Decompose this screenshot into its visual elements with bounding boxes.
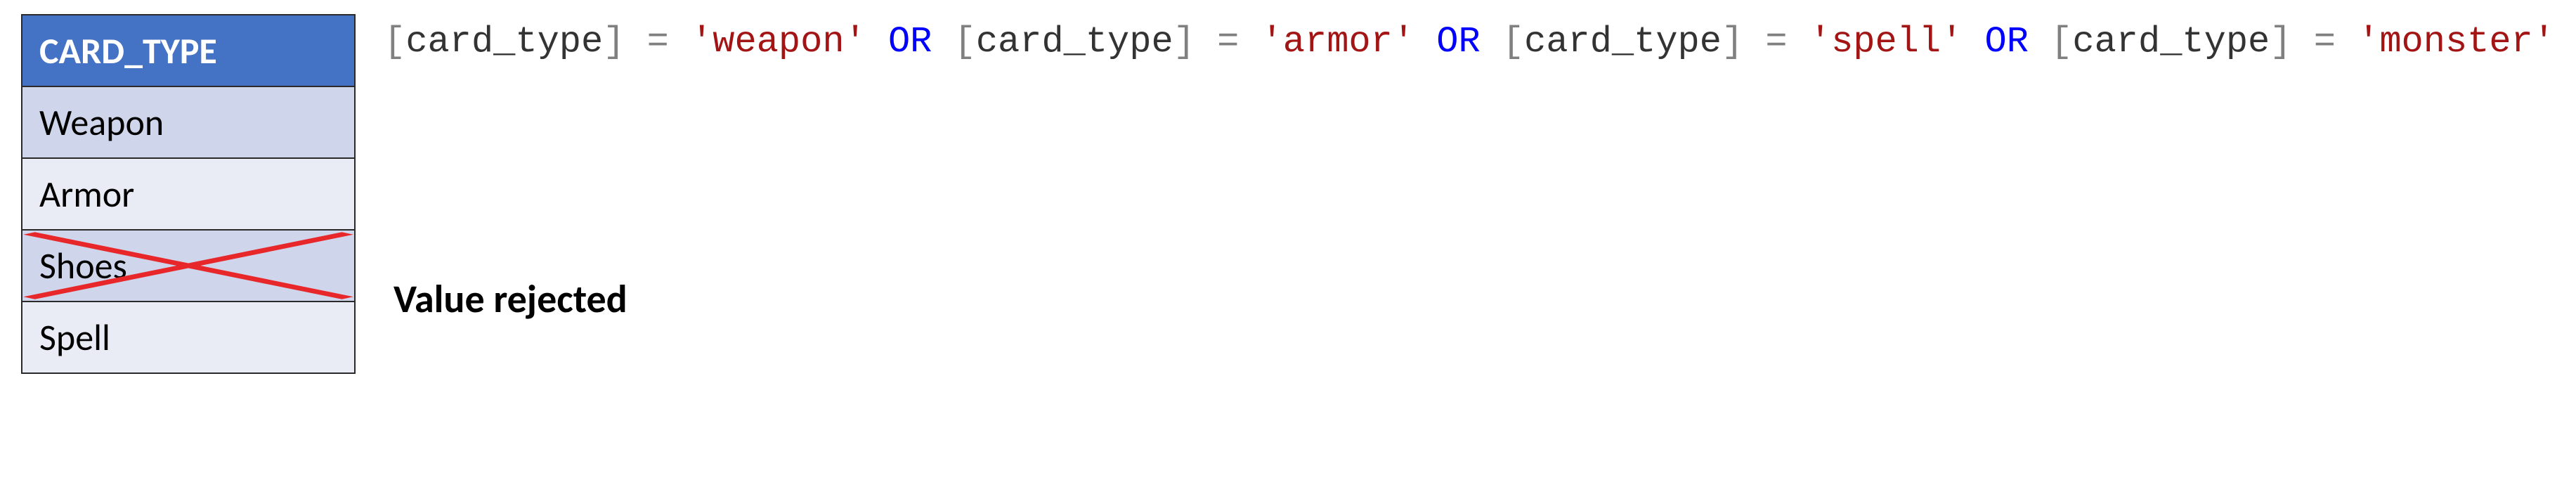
table-header: CARD_TYPE bbox=[22, 15, 355, 86]
cell-value: Shoes bbox=[39, 243, 127, 288]
cell-value: Armor bbox=[39, 171, 134, 216]
table-row-rejected: Shoes bbox=[22, 230, 355, 302]
cell-value: Weapon bbox=[39, 100, 164, 145]
table-row: Weapon bbox=[22, 86, 355, 158]
table-row: Armor bbox=[22, 158, 355, 230]
card-type-table: CARD_TYPE Weapon Armor Shoes Spell bbox=[21, 14, 356, 374]
constraint-expression: [card_type] = 'weapon' OR [card_type] = … bbox=[384, 14, 2555, 63]
table-row: Spell bbox=[22, 302, 355, 373]
cell-value: Spell bbox=[39, 315, 110, 360]
rejected-label: Value rejected bbox=[393, 276, 627, 323]
